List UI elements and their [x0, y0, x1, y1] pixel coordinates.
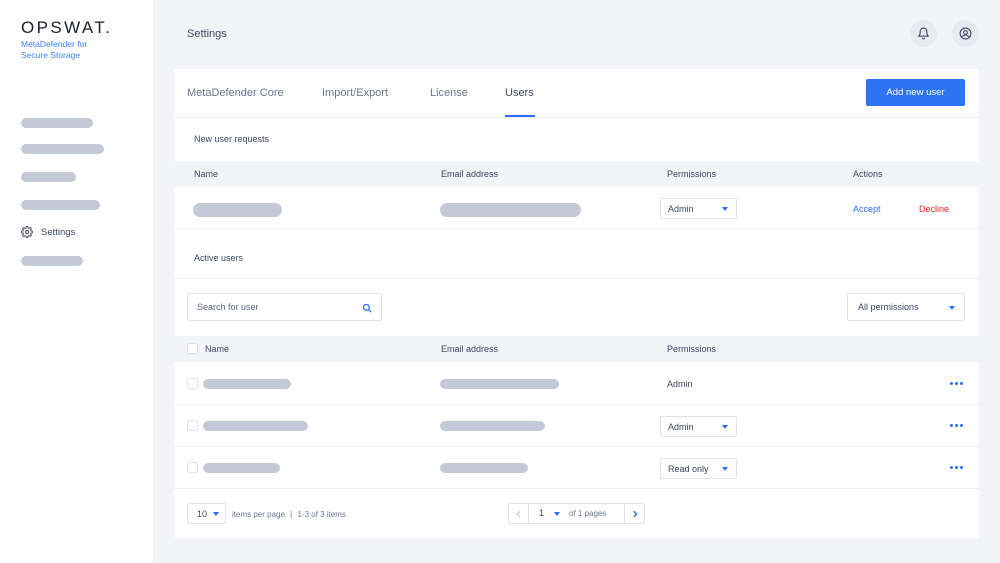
- chevron-right-icon: [632, 510, 638, 517]
- more-options-icon[interactable]: [950, 424, 963, 427]
- tab-users[interactable]: Users: [505, 87, 534, 99]
- more-options-icon[interactable]: [950, 382, 963, 385]
- page-title: Settings: [187, 28, 227, 40]
- bell-icon: [918, 27, 929, 40]
- request-permission-select[interactable]: Admin: [660, 198, 737, 219]
- page-select[interactable]: 1: [539, 508, 544, 518]
- previous-page-button[interactable]: [509, 504, 529, 523]
- user-circle-icon: [959, 27, 972, 40]
- column-permissions: Permissions: [667, 169, 717, 179]
- new-user-requests-title: New user requests: [194, 134, 270, 144]
- permissions-filter-select[interactable]: All permissions: [847, 293, 965, 321]
- sidebar: OPSWAT. MetaDefender for Secure Storage …: [0, 0, 153, 563]
- chevron-down-icon: [722, 207, 728, 211]
- user-email-placeholder: [440, 463, 528, 473]
- user-name-placeholder: [203, 463, 280, 473]
- chevron-down-icon: [722, 467, 728, 471]
- user-email-placeholder: [440, 203, 581, 217]
- tab-bar: MetaDefender Core Import/Export License …: [174, 69, 979, 118]
- chevron-down-icon: [213, 512, 219, 516]
- requests-table-header: Name Email address Permissions Actions: [174, 161, 979, 187]
- sidebar-item-placeholder[interactable]: [21, 200, 100, 210]
- gear-icon: [21, 226, 33, 238]
- notifications-button[interactable]: [910, 20, 937, 47]
- settings-card: MetaDefender Core Import/Export License …: [174, 69, 979, 538]
- user-menu-button[interactable]: [952, 20, 979, 47]
- sidebar-item-placeholder[interactable]: [21, 144, 104, 154]
- items-per-page-select[interactable]: 10: [187, 503, 226, 524]
- pages-label: of 1 pages: [569, 509, 607, 518]
- product-name: MetaDefender for Secure Storage: [21, 39, 88, 60]
- row-checkbox[interactable]: [187, 378, 198, 389]
- sidebar-item-placeholder[interactable]: [21, 256, 83, 266]
- tab-license[interactable]: License: [430, 87, 468, 99]
- column-name: Name: [205, 344, 230, 354]
- sidebar-item-placeholder[interactable]: [21, 118, 93, 128]
- search-icon[interactable]: [362, 303, 372, 313]
- divider: [174, 278, 979, 279]
- user-email-placeholder: [440, 379, 559, 389]
- user-search: [187, 293, 382, 321]
- user-name-placeholder: [203, 379, 291, 389]
- column-email: Email address: [441, 344, 499, 354]
- chevron-down-icon: [949, 306, 955, 310]
- user-name-placeholder: [203, 421, 308, 431]
- more-options-icon[interactable]: [950, 466, 963, 469]
- active-users-title: Active users: [194, 253, 244, 263]
- chevron-down-icon: [722, 425, 728, 429]
- request-row: Admin Accept Decline: [174, 187, 979, 229]
- column-email: Email address: [441, 169, 499, 179]
- tab-metadefender-core[interactable]: MetaDefender Core: [187, 87, 284, 99]
- sidebar-item-placeholder[interactable]: [21, 172, 76, 182]
- user-name-placeholder: [193, 203, 282, 217]
- search-input[interactable]: [197, 300, 357, 314]
- column-actions: Actions: [853, 169, 883, 179]
- row-checkbox[interactable]: [187, 420, 198, 431]
- active-tab-indicator: [505, 115, 535, 117]
- chevron-left-icon: [516, 510, 521, 517]
- decline-button[interactable]: Decline: [919, 204, 949, 214]
- select-all-checkbox[interactable]: [187, 343, 198, 354]
- user-row: Admin: [174, 405, 979, 447]
- user-row: Admin: [174, 363, 979, 405]
- user-row: Read only: [174, 447, 979, 489]
- tab-import-export[interactable]: Import/Export: [322, 87, 388, 99]
- accept-button[interactable]: Accept: [853, 204, 881, 214]
- pagination-info: items per page | 1-3 of 3 items: [232, 510, 346, 519]
- next-page-button[interactable]: [624, 504, 644, 523]
- permission-select[interactable]: Read only: [660, 458, 737, 479]
- users-table-header: Name Email address Permissions: [174, 336, 979, 362]
- sidebar-item-settings[interactable]: Settings: [21, 226, 75, 238]
- chevron-down-icon: [554, 512, 560, 516]
- add-new-user-button[interactable]: Add new user: [866, 79, 965, 106]
- opswat-logo: OPSWAT.: [21, 18, 113, 37]
- permission-text: Admin: [667, 379, 693, 389]
- user-email-placeholder: [440, 421, 545, 431]
- column-permissions: Permissions: [667, 344, 717, 354]
- sidebar-item-label: Settings: [41, 226, 76, 238]
- column-name: Name: [194, 169, 219, 179]
- row-checkbox[interactable]: [187, 462, 198, 473]
- pagination-control: 1 of 1 pages: [508, 503, 645, 524]
- permission-select[interactable]: Admin: [660, 416, 737, 437]
